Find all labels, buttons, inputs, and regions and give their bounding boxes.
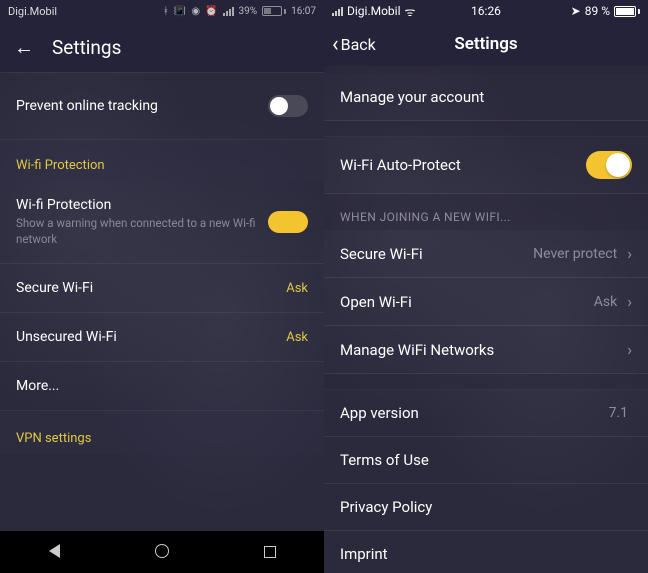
clock: 16:07 (291, 6, 316, 17)
label: App version (340, 404, 419, 422)
subtitle: Show a warning when connected to a new W… (16, 216, 268, 247)
signal-icon (223, 7, 234, 16)
label: Wi-fi Protection (16, 197, 268, 213)
label: Unsecured Wi-Fi (16, 329, 117, 345)
label: Prevent online tracking (16, 98, 158, 114)
row-manage-networks[interactable]: Manage WiFi Networks › (324, 326, 648, 374)
value: Ask (286, 330, 308, 345)
label: More... (16, 378, 59, 394)
page-title: Settings (52, 36, 121, 59)
label: Terms of Use (340, 451, 429, 469)
bluetooth-icon: ᚼ (163, 6, 169, 17)
chevron-right-icon: › (627, 244, 632, 263)
section-vpn-settings: VPN settings (0, 411, 324, 454)
row-secure-wifi[interactable]: Secure Wi-Fi Ask (0, 264, 324, 313)
label: Open Wi-Fi (340, 293, 412, 311)
row-wifi-auto-protect[interactable]: Wi-Fi Auto-Protect (324, 137, 648, 194)
value: Ask (286, 281, 308, 296)
value: Ask (594, 294, 617, 310)
alarm-icon: ⏰ (205, 6, 217, 17)
row-app-version: App version 7.1 (324, 390, 648, 437)
toggle-wifi-auto-protect[interactable] (586, 151, 632, 179)
nav-home-icon[interactable] (142, 543, 182, 562)
status-bar: Digi.Mobil ᚼ 📳 ◉ ⏰ 39% 16:07 (0, 0, 324, 22)
nav-recent-icon[interactable] (250, 543, 290, 562)
header: ← Settings (0, 22, 324, 72)
back-button[interactable]: ‹ Back (332, 32, 376, 57)
row-privacy[interactable]: Privacy Policy (324, 484, 648, 531)
row-more[interactable]: More... (0, 362, 324, 411)
label: Manage WiFi Networks (340, 341, 494, 359)
label: Privacy Policy (340, 498, 432, 516)
chevron-right-icon: › (627, 340, 632, 359)
row-secure-wifi[interactable]: Secure Wi-Fi Never protect › (324, 230, 648, 278)
android-nav-bar (0, 531, 324, 573)
value: Never protect (533, 246, 617, 262)
row-manage-account[interactable]: Manage your account (324, 74, 648, 121)
row-open-wifi[interactable]: Open Wi-Fi Ask › (324, 278, 648, 326)
row-prevent-tracking[interactable]: Prevent online tracking (0, 72, 324, 140)
vibrate-icon: 📳 (174, 6, 186, 17)
label: Imprint (340, 545, 388, 563)
nfc-icon: ◉ (191, 6, 200, 17)
battery-icon (262, 6, 286, 16)
label: Manage your account (340, 88, 484, 106)
carrier-label: Digi.Mobil (8, 5, 57, 18)
label: Secure Wi-Fi (16, 280, 93, 296)
toggle-wifi-protection[interactable] (268, 211, 308, 233)
value: 7.1 (609, 405, 628, 421)
section-wifi-protection: Wi-fi Protection (0, 140, 324, 181)
row-imprint[interactable]: Imprint (324, 531, 648, 573)
status-bar: Digi.Mobil ᯤ 16:26 ➤ 89 % (324, 0, 648, 22)
clock: 16:26 (324, 4, 648, 18)
label: Wi-Fi Auto-Protect (340, 156, 461, 174)
chevron-right-icon: › (627, 292, 632, 311)
back-arrow-icon[interactable]: ← (14, 35, 34, 60)
battery-pct: 39% (239, 6, 258, 17)
row-terms[interactable]: Terms of Use (324, 437, 648, 484)
row-wifi-protection[interactable]: Wi-fi Protection Show a warning when con… (0, 181, 324, 264)
label: Secure Wi-Fi (340, 245, 423, 263)
header: ‹ Back Settings (324, 22, 648, 66)
back-label: Back (341, 35, 376, 54)
section-when-joining: WHEN JOINING A NEW WIFI... (324, 194, 648, 230)
nav-back-icon[interactable] (34, 543, 74, 562)
chevron-left-icon: ‹ (332, 32, 339, 57)
row-unsecured-wifi[interactable]: Unsecured Wi-Fi Ask (0, 313, 324, 362)
toggle-prevent-tracking[interactable] (268, 95, 308, 117)
